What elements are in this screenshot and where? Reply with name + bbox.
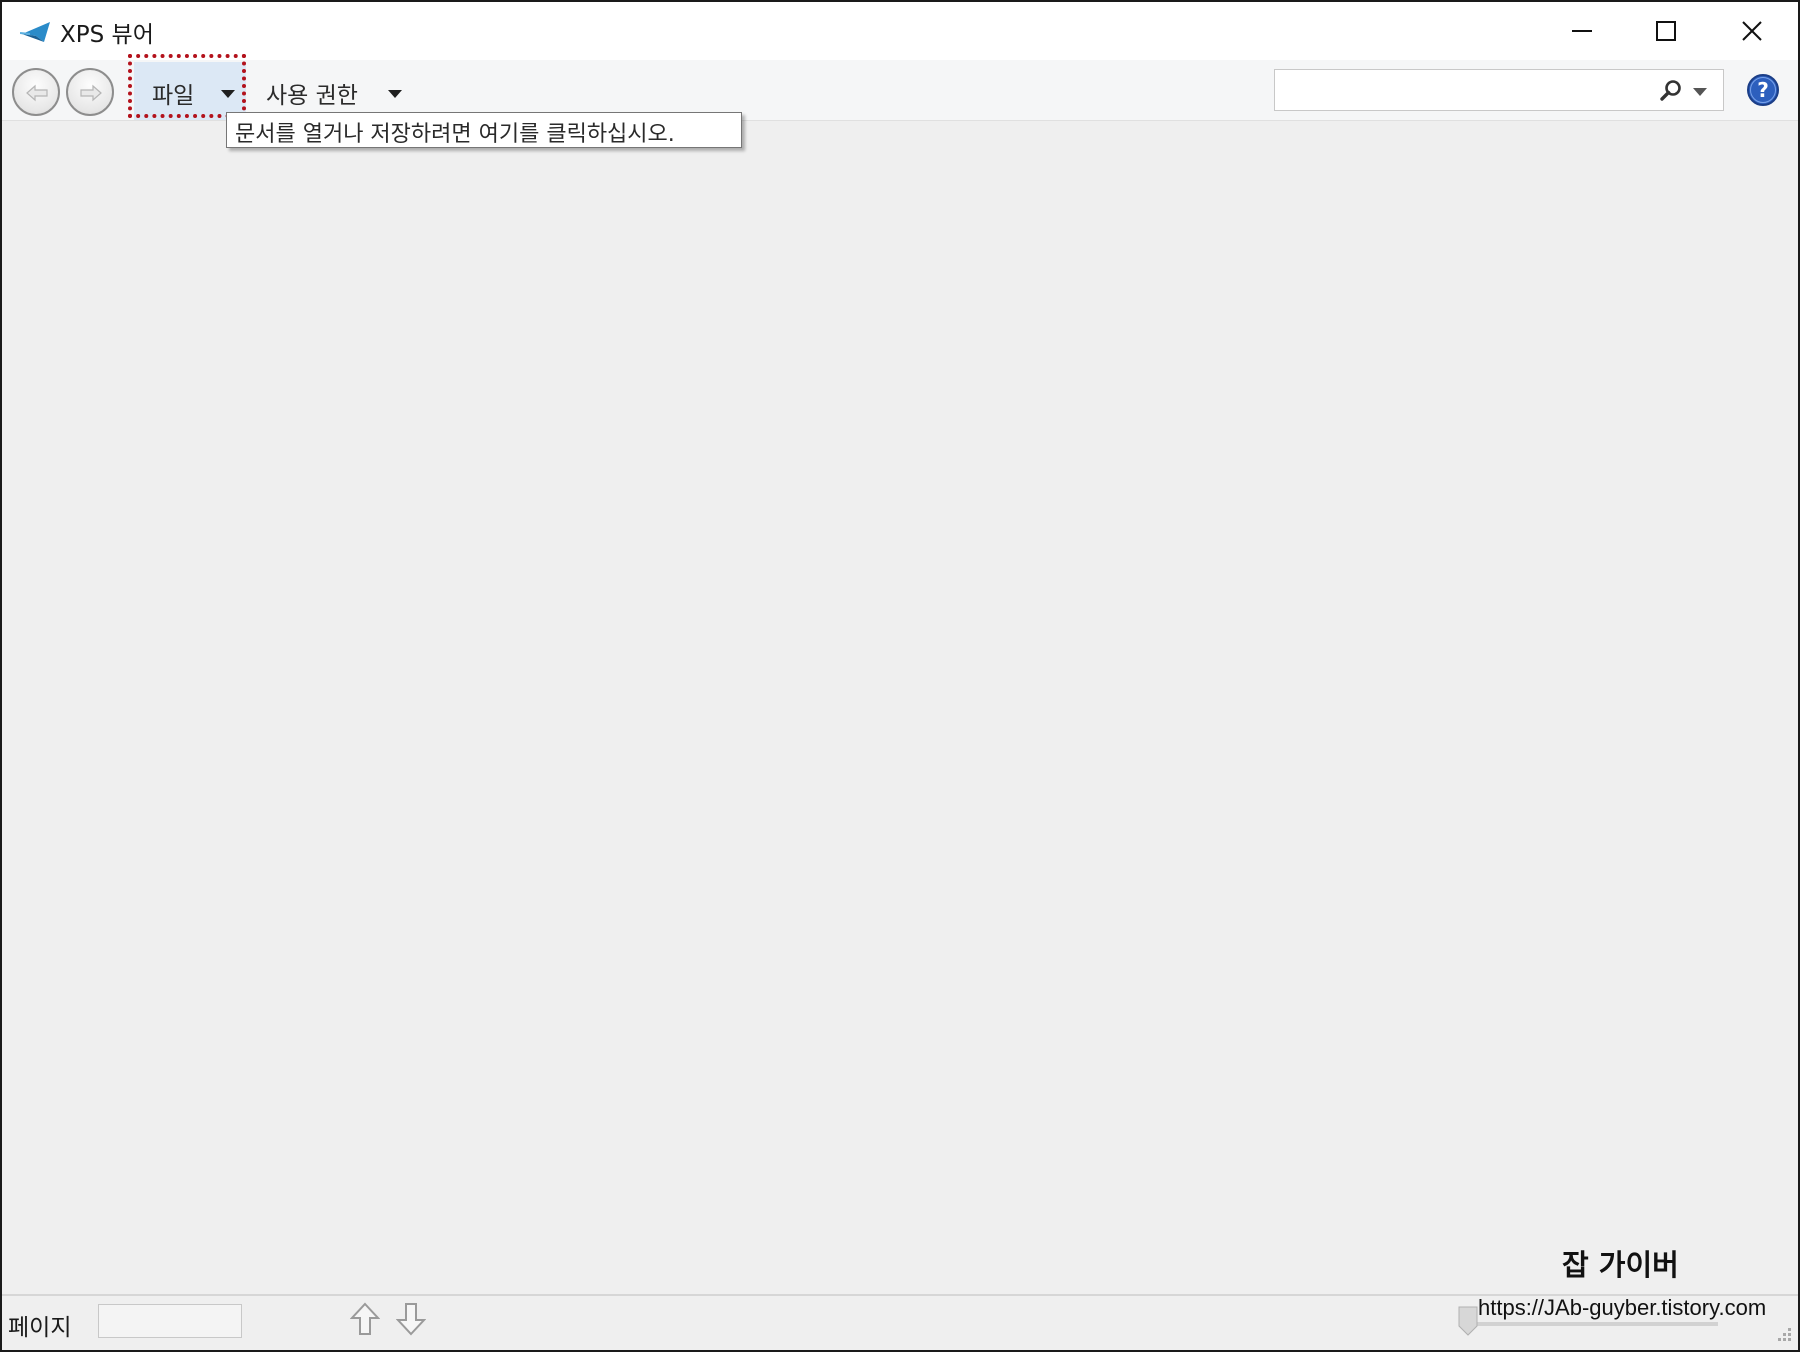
resize-grip-icon[interactable] [1774, 1326, 1792, 1344]
xps-viewer-window: XPS 뷰어 파일 사용 권한 ? 페이지 잡 가이버 https://JAb-… [0, 0, 1800, 1352]
minimize-button[interactable] [1540, 2, 1624, 60]
close-button[interactable] [1710, 2, 1794, 60]
close-icon [1742, 21, 1762, 41]
back-arrow-icon [26, 84, 48, 102]
search-options-dropdown-icon[interactable] [1693, 88, 1707, 96]
previous-page-button[interactable] [349, 1302, 386, 1342]
help-icon[interactable]: ? [1746, 73, 1780, 107]
maximize-icon [1656, 21, 1676, 41]
page-label: 페이지 [8, 1315, 72, 1341]
back-button[interactable] [12, 68, 60, 116]
file-menu-tooltip: 문서를 열거나 저장하려면 여기를 클릭하십시오. [226, 112, 742, 148]
minimize-icon [1572, 30, 1592, 32]
xps-viewer-icon [20, 22, 50, 42]
maximize-button[interactable] [1624, 2, 1708, 60]
chevron-down-icon [388, 90, 402, 98]
chevron-down-icon [221, 90, 235, 98]
page-up-arrow-icon [349, 1302, 381, 1335]
forward-button[interactable] [66, 68, 114, 116]
file-menu-label: 파일 [152, 83, 195, 109]
watermark-name: 잡 가이버 [1562, 1248, 1679, 1282]
page-down-arrow-icon [395, 1303, 427, 1336]
permissions-menu-label: 사용 권한 [266, 83, 358, 109]
svg-text:?: ? [1757, 78, 1769, 102]
window-title: XPS 뷰어 [60, 22, 154, 48]
title-bar: XPS 뷰어 [2, 2, 1798, 60]
search-icon[interactable] [1659, 79, 1683, 103]
watermark-url: https://JAb-guyber.tistory.com [1478, 1295, 1767, 1320]
forward-arrow-icon [80, 84, 102, 102]
search-box[interactable] [1274, 69, 1724, 111]
navigation-buttons [12, 68, 116, 118]
search-input[interactable] [1281, 74, 1645, 108]
next-page-button[interactable] [395, 1302, 432, 1342]
page-number-input[interactable] [98, 1304, 242, 1338]
zoom-slider-thumb[interactable] [1458, 1306, 1478, 1336]
zoom-slider-track[interactable] [1462, 1322, 1718, 1326]
